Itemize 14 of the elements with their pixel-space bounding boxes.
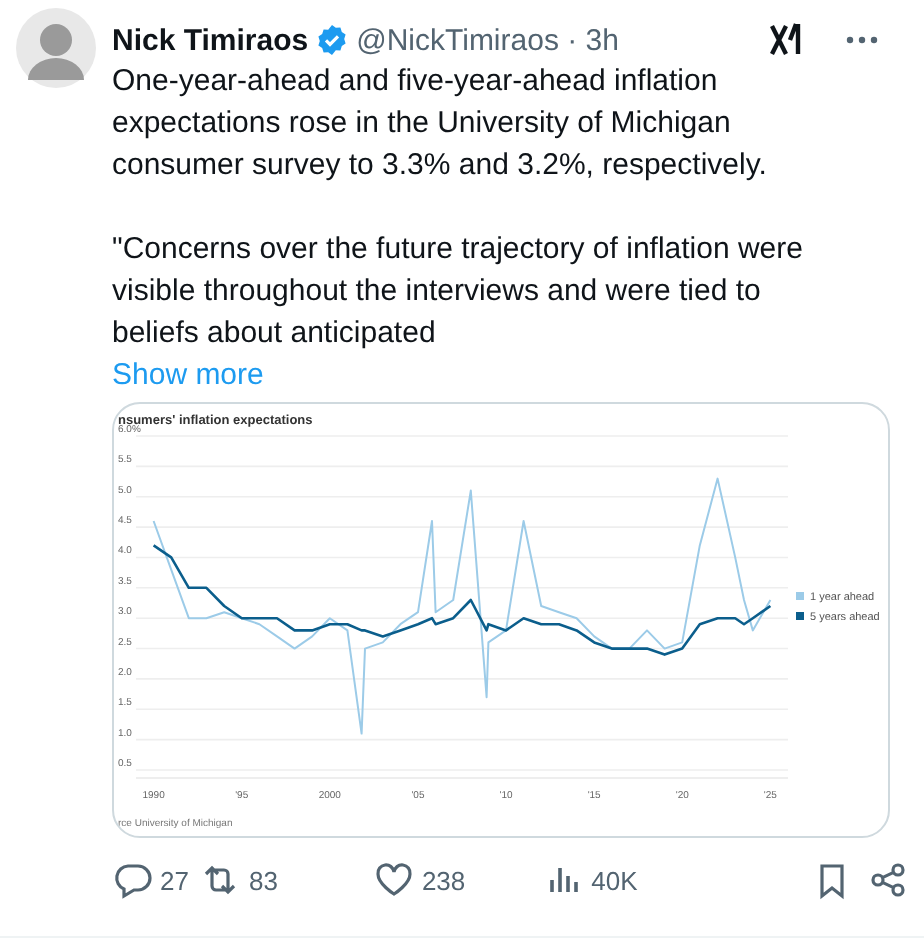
like-button[interactable]: 238: [373, 860, 466, 900]
share-button[interactable]: [867, 860, 908, 900]
avatar-icon[interactable]: [16, 8, 96, 88]
tweet-text: "Concerns over the future trajectory of inflation were visible throughout the interviews and were tied to beliefs about anticipated: [112, 230, 805, 354]
views-button[interactable]: 40K: [543, 860, 638, 900]
tweet-text: One-year-ahead and five-year-ahead inflation expectations rose in the University of Michigan consumer survey to 3.3% and 3.2%, respectively.: [112, 62, 769, 186]
speech-bubble-icon: [112, 860, 152, 900]
repost-icon: [200, 860, 241, 900]
share-icon: [867, 860, 908, 900]
handle-and-time[interactable]: @NickTimiraos · 3h: [356, 23, 619, 57]
author-name[interactable]: Nick Timiraos: [112, 23, 309, 57]
heart-icon: [373, 860, 414, 900]
reply-button[interactable]: 27: [112, 860, 189, 900]
repost-button[interactable]: 83: [200, 860, 278, 900]
